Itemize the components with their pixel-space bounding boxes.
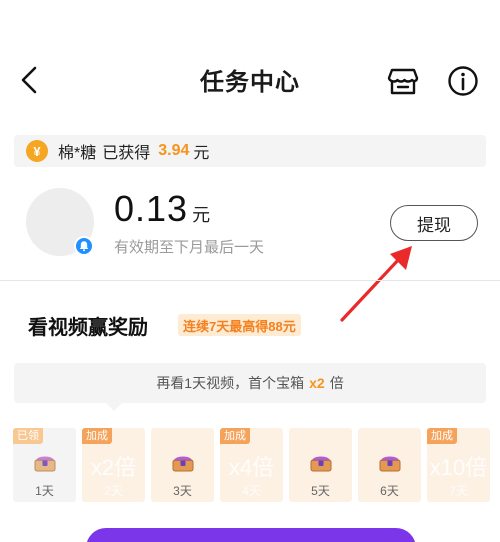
day-card-2[interactable]: 加成 x2倍 2天: [82, 428, 145, 502]
day-card-5[interactable]: 5天: [289, 428, 352, 502]
info-icon[interactable]: [446, 64, 480, 98]
day-multiplier: x4倍: [228, 455, 275, 480]
balance: 0.13 元: [114, 188, 210, 230]
earnings-user: 棉*糖: [58, 145, 97, 162]
tip-suffix: 倍: [329, 375, 344, 391]
earnings-unit: 元: [193, 145, 210, 162]
tip-bubble: 再看1天视频，首个宝箱 x2 倍: [14, 363, 486, 403]
bell-badge-icon: [74, 236, 94, 256]
tip-tail: [106, 403, 122, 411]
day-label: 6天: [380, 484, 399, 498]
watch-video-button[interactable]: [86, 528, 416, 542]
day-multiplier: x2倍: [90, 455, 137, 480]
day-multiplier: x10倍: [429, 455, 488, 480]
divider: [0, 280, 500, 281]
day-tag: 加成: [82, 428, 112, 444]
annotation-arrow: [340, 246, 412, 322]
withdraw-button[interactable]: 提现: [390, 205, 478, 241]
treasure-chest-icon: [172, 456, 194, 472]
treasure-chest-icon: [310, 456, 332, 472]
day-label: 7天: [449, 484, 468, 498]
earnings-banner: ¥ 棉*糖 已获得 3.94 元: [14, 135, 486, 167]
earnings-label: 已获得: [102, 145, 151, 162]
balance-expiry: 有效期至下月最后一天: [114, 239, 265, 256]
tip-prefix: 再看1天视频，首个宝箱: [156, 375, 305, 391]
day-label: 1天: [35, 484, 54, 498]
balance-value: 0.13: [114, 188, 189, 229]
day-rewards: 已领 1天 加成 x2倍 2天 3天 加成 x4倍 4天 5天 6天 加成 x1…: [13, 428, 493, 502]
treasure-chest-icon: [34, 456, 56, 472]
day-card-1[interactable]: 已领 1天: [13, 428, 76, 502]
tip-multiplier: x2: [309, 375, 325, 391]
balance-unit: 元: [192, 205, 211, 225]
day-card-6[interactable]: 6天: [358, 428, 421, 502]
earnings-amount: 3.94: [158, 142, 190, 159]
day-card-7[interactable]: 加成 x10倍 7天: [427, 428, 490, 502]
coin-icon: ¥: [26, 140, 48, 162]
store-icon[interactable]: [386, 64, 420, 98]
day-card-4[interactable]: 加成 x4倍 4天: [220, 428, 283, 502]
day-label: 5天: [311, 484, 330, 498]
day-label: 3天: [173, 484, 192, 498]
day-label: 2天: [104, 484, 123, 498]
day-tag: 加成: [427, 428, 457, 444]
streak-badge: 连续7天最高得88元: [178, 314, 301, 336]
day-tag: 加成: [220, 428, 250, 444]
header: 任务中心: [0, 50, 500, 110]
day-label: 4天: [242, 484, 261, 498]
treasure-chest-icon: [379, 456, 401, 472]
day-tag: 已领: [13, 428, 43, 444]
section-title: 看视频赢奖励: [28, 317, 148, 339]
page-title: 任务中心: [200, 69, 300, 96]
day-card-3[interactable]: 3天: [151, 428, 214, 502]
